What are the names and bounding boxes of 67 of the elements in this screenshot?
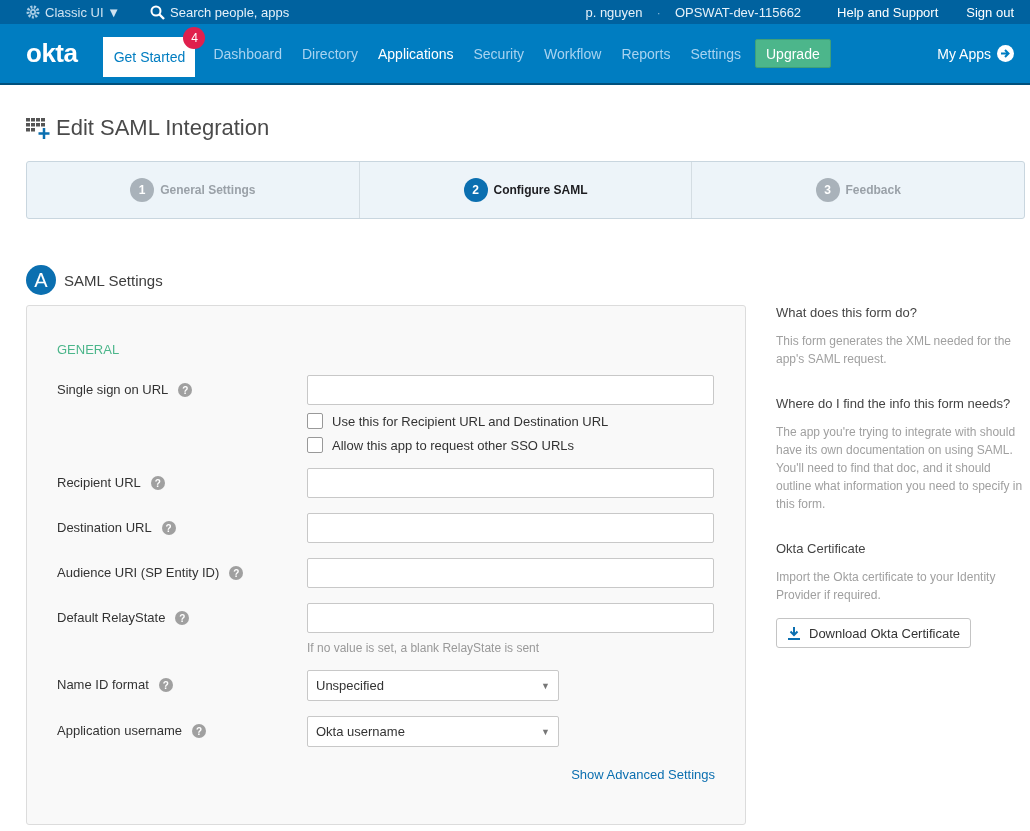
checkbox[interactable] [307, 413, 323, 429]
field-label: Single sign on URL [57, 382, 169, 397]
step-label: Feedback [845, 183, 901, 197]
gear-icon[interactable] [26, 5, 40, 19]
section-title: SAML Settings [64, 271, 163, 289]
help-icon[interactable]: ? [178, 383, 193, 397]
step-number: 2 [463, 178, 488, 202]
nav-item[interactable]: Applications [378, 45, 454, 62]
help-icon[interactable]: ? [175, 611, 190, 625]
step-number: 1 [130, 178, 155, 202]
separator-dot: · [656, 4, 661, 20]
field-hint: If no value is set, a blank RelayState is sent [307, 641, 541, 655]
org-name: OPSWAT-dev-115662 [674, 4, 802, 20]
nav-item[interactable]: Directory [301, 45, 358, 62]
text-field[interactable] [307, 468, 714, 498]
notification-badge: 4 [183, 26, 206, 49]
page-title: Edit SAML Integration [56, 115, 270, 141]
field-label: Recipient URL [57, 475, 141, 490]
nav-item[interactable]: Security [473, 45, 525, 62]
field-label: Default RelayState [57, 610, 166, 625]
help-icon[interactable]: ? [192, 724, 207, 738]
text-field[interactable] [307, 558, 714, 588]
help-title: What does this form do? [776, 305, 918, 320]
nav-item[interactable]: Dashboard [213, 45, 282, 62]
field-label: Audience URI (SP Entity ID) [57, 565, 220, 580]
text-field[interactable] [307, 513, 714, 543]
upgrade-button[interactable]: Upgrade [755, 39, 831, 68]
text-field[interactable] [307, 603, 714, 633]
checkbox[interactable] [307, 437, 323, 453]
grid-plus-icon [26, 116, 50, 140]
user-name: p. nguyen [585, 4, 643, 20]
field-label: Destination URL [57, 520, 152, 535]
group-heading: GENERAL [57, 342, 121, 357]
advanced-settings-link[interactable]: Show Advanced Settings [571, 767, 715, 782]
select-field[interactable]: Unspecified ▼ [307, 670, 559, 701]
step-label: Configure SAML [493, 183, 588, 197]
download-button[interactable]: Download Okta Certificate [776, 618, 971, 648]
help-icon[interactable]: ? [150, 476, 165, 490]
text-field[interactable] [307, 375, 714, 405]
top-link[interactable]: Sign out [966, 4, 1014, 20]
help-icon[interactable]: ? [229, 566, 244, 580]
arrow-right-icon [997, 45, 1014, 62]
field-label: Application username [57, 723, 183, 738]
help-text: The app you're trying to integrate with should have its own documentation on using SAML. You'll need to find that doc, and it should outline what information you need to specify in this form. [776, 424, 1024, 513]
nav-item[interactable]: Workflow [544, 45, 602, 62]
checkbox-label: Allow this app to request other SSO URLs [332, 437, 575, 453]
download-icon [787, 626, 801, 640]
okta-logo[interactable]: okta [26, 38, 78, 69]
checkbox-label: Use this for Recipient URL and Destination URL [332, 413, 609, 429]
my-apps-link[interactable]: My Apps [937, 45, 1014, 62]
section-letter: A [26, 265, 56, 295]
help-text: Import the Okta certificate to your Identity Provider if required. [776, 569, 997, 604]
help-icon[interactable]: ? [158, 678, 173, 692]
search-icon [150, 4, 165, 20]
search-field[interactable]: Search people, apps [170, 4, 290, 20]
help-title: Okta Certificate [776, 541, 867, 556]
classic-ui-switcher[interactable]: Classic UI ▼ [45, 4, 120, 20]
step-number: 3 [815, 178, 840, 202]
help-icon[interactable]: ? [161, 521, 176, 535]
select-field[interactable]: Okta username ▼ [307, 716, 559, 747]
help-text: This form generates the XML needed for the app's SAML request. [776, 333, 1013, 368]
top-link[interactable]: Help and Support [837, 4, 939, 20]
field-label: Name ID format [57, 677, 149, 692]
nav-item[interactable]: Settings [690, 45, 741, 62]
help-title: Where do I find the info this form needs? [776, 396, 1012, 411]
nav-item[interactable]: Reports [621, 45, 671, 62]
step-label: General Settings [160, 183, 256, 197]
